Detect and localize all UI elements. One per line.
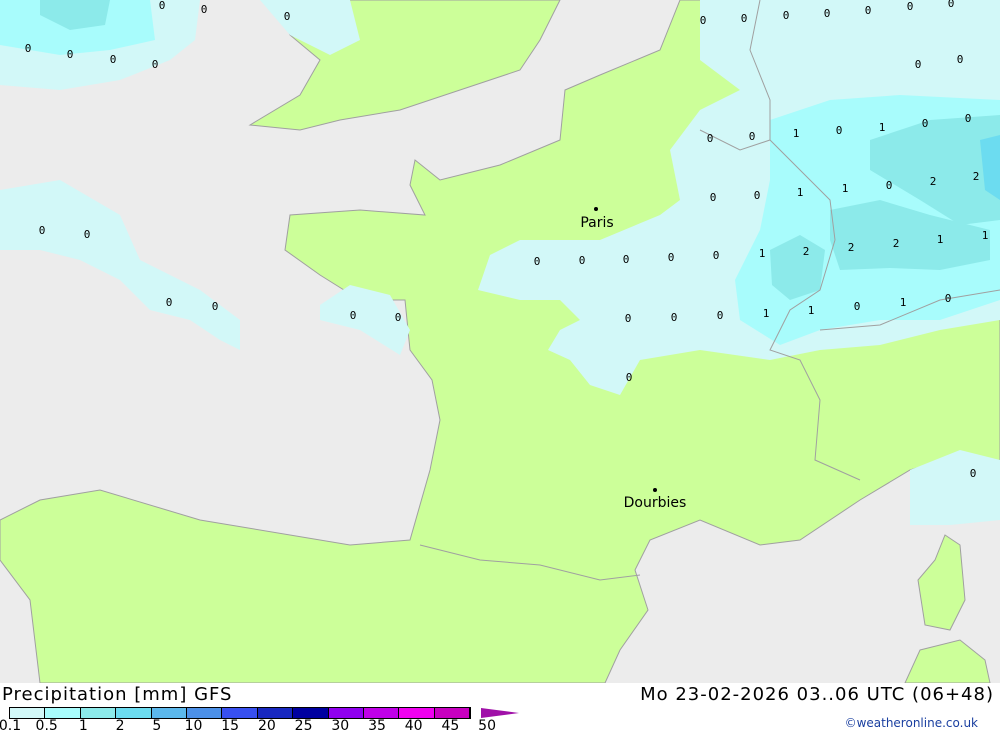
value-label: 0 xyxy=(970,467,977,480)
value-label: 0 xyxy=(579,254,586,267)
scale-swatch xyxy=(151,708,187,718)
scale-swatch xyxy=(222,708,258,718)
value-label: 1 xyxy=(797,186,804,199)
scale-tick-label: 10 xyxy=(184,718,203,734)
precipitation-map: 0 0 0 0 0 0 0 0 0 0 0 0 0 0 0 0 0 0 1 0 1 0 0 0 0 1 1 0 2 2 0 0 0 0 0 0 0 0 0 0… xyxy=(0,0,1000,683)
value-label: 2 xyxy=(893,237,900,250)
scale-swatch xyxy=(293,708,329,718)
value-label: 0 xyxy=(907,0,914,13)
value-label: 0 xyxy=(824,7,831,20)
value-label: 0 xyxy=(534,255,541,268)
scale-tick-label: 1 xyxy=(78,718,88,734)
value-label: 2 xyxy=(803,245,810,258)
city-label: Paris xyxy=(580,215,613,231)
value-label: 0 xyxy=(166,296,173,309)
value-label: 0 xyxy=(783,9,790,22)
scale-tick-label: 50 xyxy=(478,718,497,734)
value-label: 0 xyxy=(284,10,291,23)
scale-tick-label: 45 xyxy=(441,718,460,734)
value-label: 0 xyxy=(110,53,117,66)
value-label: 0 xyxy=(915,58,922,71)
map-title: Precipitation [mm] GFS xyxy=(2,684,233,705)
value-label: 0 xyxy=(710,191,717,204)
value-label: 0 xyxy=(39,224,46,237)
legend-footer: Precipitation [mm] GFS Mo 23-02-2026 03.… xyxy=(0,683,1000,734)
value-label: 2 xyxy=(973,170,980,183)
value-label: 0 xyxy=(707,132,714,145)
scale-swatch xyxy=(80,708,117,718)
value-label: 0 xyxy=(201,3,208,16)
value-label: 0 xyxy=(623,253,630,266)
value-label: 0 xyxy=(671,311,678,324)
value-label: 0 xyxy=(67,48,74,61)
scale-tick-label: 0.5 xyxy=(35,718,58,734)
scale-tick-label: 40 xyxy=(404,718,423,734)
scale-tick-label: 0.1 xyxy=(0,718,22,734)
value-label: 0 xyxy=(854,300,861,313)
value-label: 0 xyxy=(668,251,675,264)
value-label: 2 xyxy=(848,241,855,254)
value-label: 0 xyxy=(922,117,929,130)
scale-tick-label: 2 xyxy=(115,718,125,734)
value-label: 0 xyxy=(152,58,159,71)
value-label: 0 xyxy=(159,0,166,12)
value-label: 1 xyxy=(763,307,770,320)
value-label: 0 xyxy=(350,309,357,322)
value-label: 0 xyxy=(395,311,402,324)
valid-time: Mo 23-02-2026 03..06 UTC (06+48) xyxy=(640,684,994,705)
credit-link[interactable]: ©weatheronline.co.uk xyxy=(845,716,978,730)
value-label: 0 xyxy=(700,14,707,27)
scale-swatch xyxy=(328,708,364,718)
scale-tick-label: 15 xyxy=(221,718,240,734)
scale-tick-label: 5 xyxy=(152,718,162,734)
city-label: Dourbies xyxy=(624,495,687,511)
value-label: 0 xyxy=(957,53,964,66)
value-label: 0 xyxy=(965,112,972,125)
value-label: 1 xyxy=(759,247,766,260)
scale-tick-label: 35 xyxy=(368,718,386,734)
value-label: 0 xyxy=(945,292,952,305)
value-label: 0 xyxy=(84,228,91,241)
value-label: 0 xyxy=(865,4,872,17)
value-label: 0 xyxy=(749,130,756,143)
value-label: 0 xyxy=(212,300,219,313)
value-label: 0 xyxy=(626,371,633,384)
value-label: 1 xyxy=(879,121,886,134)
value-label: 1 xyxy=(982,229,989,242)
value-label: 0 xyxy=(25,42,32,55)
scale-swatch xyxy=(363,708,400,718)
value-label: 0 xyxy=(625,312,632,325)
scale-swatch xyxy=(399,708,435,718)
scale-swatch xyxy=(257,708,294,718)
value-label: 0 xyxy=(713,249,720,262)
value-label: 0 xyxy=(948,0,955,10)
value-label: 0 xyxy=(754,189,761,202)
value-label: 0 xyxy=(717,309,724,322)
value-label: 0 xyxy=(741,12,748,25)
value-label: 1 xyxy=(808,304,815,317)
value-label: 0 xyxy=(836,124,843,137)
value-label: 0 xyxy=(886,179,893,192)
scale-swatch xyxy=(434,708,471,718)
scale-swatch xyxy=(186,708,223,718)
scale-tick-label: 20 xyxy=(257,718,276,734)
scale-swatch xyxy=(116,708,152,718)
scale-swatch xyxy=(45,708,81,718)
scale-tick-label: 30 xyxy=(331,718,350,734)
value-label: 2 xyxy=(930,175,937,188)
scale-arrow xyxy=(481,708,519,718)
value-label: 1 xyxy=(900,296,907,309)
value-label: 1 xyxy=(937,233,944,246)
scale-swatch xyxy=(10,708,46,718)
scale-tick-label: 25 xyxy=(294,718,313,734)
value-label: 1 xyxy=(842,182,849,195)
value-label: 1 xyxy=(793,127,800,140)
